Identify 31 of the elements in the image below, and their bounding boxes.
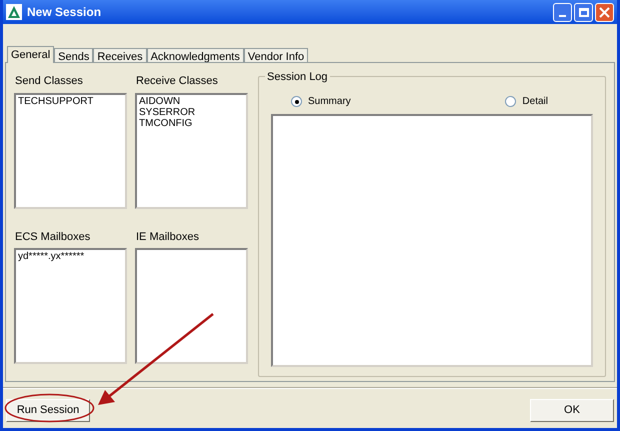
list-label: IE Mailboxes <box>136 230 200 244</box>
minimize-button[interactable] <box>553 2 572 22</box>
list-item[interactable]: SYSERROR <box>139 106 244 118</box>
list-item[interactable]: yd*****.yx****** <box>18 251 123 262</box>
list-box[interactable] <box>135 248 248 364</box>
group-label: Session Log <box>265 69 330 86</box>
tab[interactable]: Acknowledgments <box>146 48 244 63</box>
dialog-button[interactable]: OK <box>530 398 614 422</box>
list-label: Send Classes <box>15 74 84 89</box>
window-title: New Session <box>27 4 102 21</box>
close-button[interactable] <box>595 2 614 22</box>
list-box[interactable]: yd*****.yx****** <box>14 248 127 364</box>
logo-icon <box>6 4 22 20</box>
radio-icon[interactable] <box>505 96 516 107</box>
list-box[interactable]: TECHSUPPORT <box>14 92 127 208</box>
tab[interactable]: Vendor Info <box>244 48 308 63</box>
radio-option[interactable]: Summary <box>291 94 351 109</box>
list-box[interactable]: AIDOWN SYSERROR TMCONFIG <box>135 92 248 208</box>
close-icon <box>599 6 610 18</box>
list-label: Receive Classes <box>136 74 219 89</box>
list-label: ECS Mailboxes <box>15 230 92 244</box>
tab[interactable]: General <box>7 46 54 63</box>
list-item[interactable]: AIDOWN <box>139 96 244 106</box>
dialog-button[interactable]: Run Session <box>6 398 90 422</box>
radio-icon[interactable] <box>291 96 302 107</box>
list-item[interactable]: TMCONFIG <box>139 118 244 128</box>
tab[interactable]: Receives <box>93 48 147 63</box>
radio-option[interactable]: Detail <box>505 94 548 109</box>
tab[interactable]: Sends <box>54 48 94 63</box>
list-item[interactable]: TECHSUPPORT <box>18 96 123 106</box>
maximize-button[interactable] <box>574 2 593 22</box>
